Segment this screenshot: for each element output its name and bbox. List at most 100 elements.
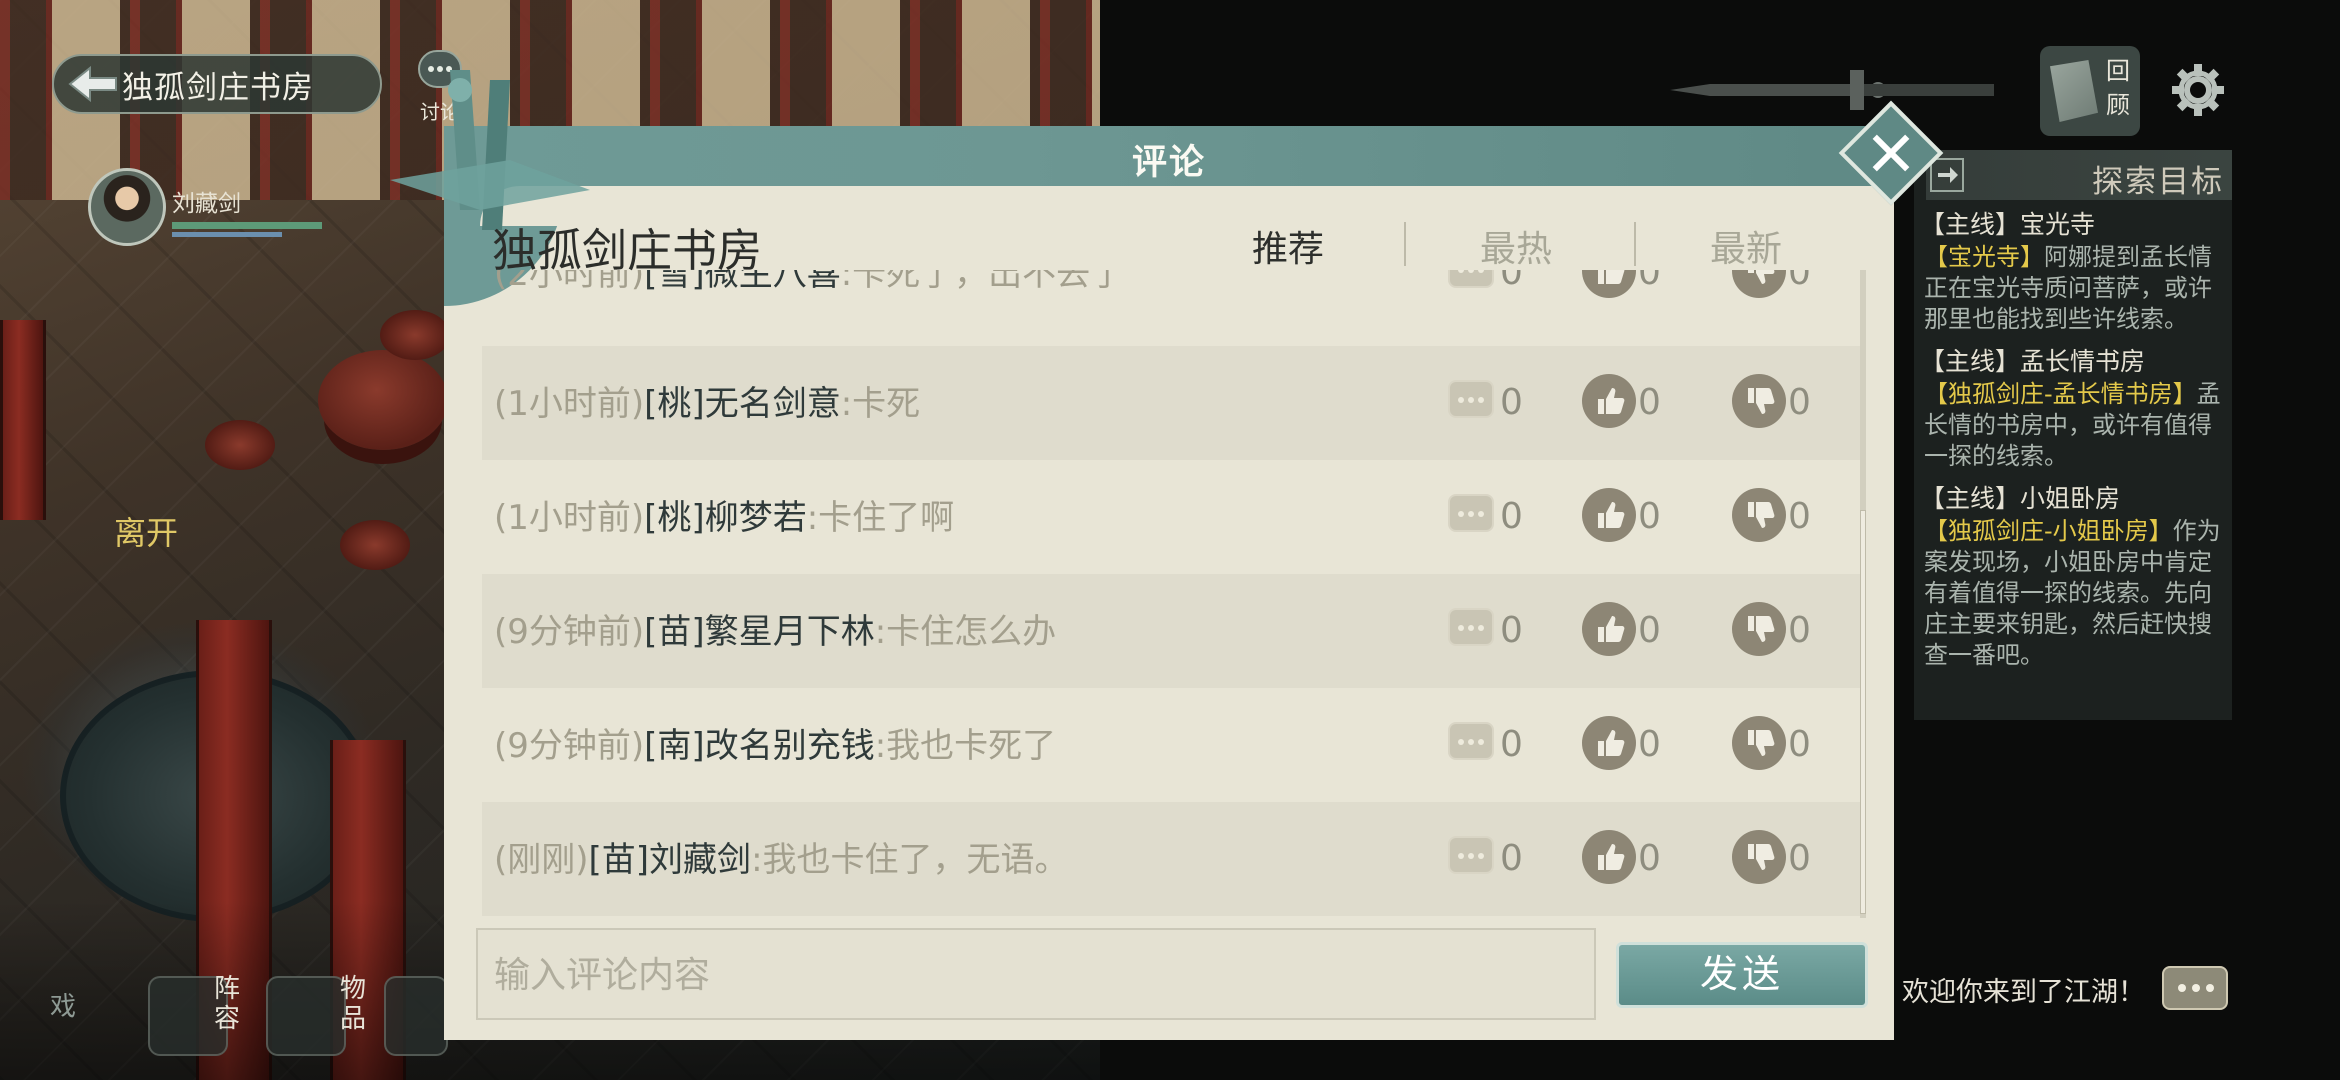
like-count: 0	[1638, 724, 1661, 765]
avatar	[88, 168, 166, 246]
objective-title: 探索目标	[2092, 164, 2224, 200]
comment-text: :我也卡死了	[874, 726, 1057, 766]
comment-time: (9分钟前)	[494, 612, 645, 652]
reply-button[interactable]: 0	[1448, 374, 1538, 428]
comment-time: (1小时前)	[494, 384, 645, 424]
back-location-button[interactable]: 独孤剑庄书房	[52, 54, 382, 114]
scene-stool	[340, 520, 410, 570]
items-icon	[266, 976, 346, 1056]
reply-button[interactable]: 0	[1448, 830, 1538, 884]
comment-text: :卡住了啊	[806, 498, 955, 538]
tab-newest[interactable]: 最新	[1710, 220, 1782, 272]
dock-meditate-button[interactable]	[384, 966, 448, 1062]
reply-count: 0	[1500, 610, 1523, 651]
reply-count: 0	[1500, 382, 1523, 423]
like-count: 0	[1638, 382, 1661, 423]
dislike-button[interactable]: 0	[1732, 716, 1822, 770]
thumbs-up-icon	[1582, 270, 1636, 298]
objective-desc: 【宝光寺】阿娜提到孟长情正在宝光寺质问菩萨，或许那里也能找到些许线索。	[1920, 242, 2226, 335]
reply-button[interactable]: 0	[1448, 270, 1538, 298]
comment-text: :卡死	[840, 384, 921, 424]
comment-author[interactable]: [苗]繁星月下林	[644, 612, 875, 652]
dislike-button[interactable]: 0	[1732, 602, 1822, 656]
reply-count: 0	[1500, 838, 1523, 879]
collapse-arrow-icon[interactable]	[1930, 158, 1964, 192]
comment-text: :我也卡住了，无语。	[751, 840, 1069, 880]
chat-button[interactable]	[2162, 966, 2228, 1010]
reply-button[interactable]: 0	[1448, 488, 1538, 542]
objective-quest[interactable]: 【主线】孟长情书房	[1920, 345, 2226, 379]
comment-list[interactable]: (2小时前)[雪]微生八喜:卡死了，出不去了 0 0 0 (1小时前)[桃]无名…	[482, 270, 1860, 918]
comment-author[interactable]: [桃]柳梦若	[644, 498, 807, 538]
comment-time: (9分钟前)	[494, 726, 645, 766]
dock-lineup-label: 阵容	[214, 974, 241, 1034]
like-button[interactable]: 0	[1582, 270, 1672, 298]
dialog-title: 评论	[1131, 143, 1206, 183]
sword-icon	[1670, 70, 1994, 110]
reply-count: 0	[1500, 496, 1523, 537]
objective-place: 【独孤剑庄-小姐卧房】	[1924, 517, 2173, 545]
thumbs-up-icon	[1582, 602, 1636, 656]
dock-lineup-button[interactable]: 阵容	[148, 966, 258, 1062]
comment-time: (2小时前)	[494, 270, 645, 294]
like-count: 0	[1638, 270, 1661, 293]
comment-author[interactable]: [南]改名别充钱	[644, 726, 875, 766]
like-button[interactable]: 0	[1582, 716, 1672, 770]
send-button[interactable]: 发送	[1616, 942, 1868, 1008]
tab-divider	[1634, 222, 1636, 266]
dock-items-button[interactable]: 物品	[266, 966, 376, 1062]
comment-scrollbar[interactable]	[1860, 270, 1866, 918]
dislike-count: 0	[1788, 610, 1811, 651]
reply-button[interactable]: 0	[1448, 716, 1538, 770]
reply-count: 0	[1500, 270, 1523, 293]
objective-header: 探索目标	[1926, 150, 2232, 200]
thumbs-up-icon	[1582, 830, 1636, 884]
comment-row: (9分钟前)[苗]繁星月下林:卡住怎么办 0 0 0	[482, 574, 1860, 688]
dialog-title-bar: 评论	[444, 126, 1894, 186]
scrollbar-thumb[interactable]	[1860, 510, 1866, 914]
like-button[interactable]: 0	[1582, 374, 1672, 428]
comment-bubble-icon	[1448, 494, 1494, 532]
dislike-button[interactable]: 0	[1732, 488, 1822, 542]
comment-author[interactable]: [苗]刘藏剑	[589, 840, 752, 880]
comment-bubble-icon	[1448, 608, 1494, 646]
tab-recommended[interactable]: 推荐	[1252, 220, 1324, 272]
dislike-button[interactable]: 0	[1732, 374, 1822, 428]
player-card[interactable]: 刘藏剑	[88, 168, 328, 248]
dock-partial-label: 戏	[50, 992, 77, 1022]
dislike-count: 0	[1788, 270, 1811, 293]
back-arrow-icon	[68, 65, 117, 103]
thumbs-down-icon	[1732, 830, 1786, 884]
like-button[interactable]: 0	[1582, 830, 1672, 884]
objective-list[interactable]: 【主线】宝光寺 【宝光寺】阿娜提到孟长情正在宝光寺质问菩萨，或许那里也能找到些许…	[1920, 206, 2226, 716]
reply-button[interactable]: 0	[1448, 602, 1538, 656]
comment-bubble-icon	[1448, 722, 1494, 760]
comment-author[interactable]: [雪]微生八喜	[644, 270, 841, 294]
like-button[interactable]: 0	[1582, 488, 1672, 542]
objective-desc: 【独孤剑庄-小姐卧房】作为案发现场，小姐卧房中肯定有着值得一探的线索。先向庄主要…	[1920, 516, 2226, 671]
thumbs-down-icon	[1732, 374, 1786, 428]
objective-quest[interactable]: 【主线】小姐卧房	[1920, 482, 2226, 516]
comment-input[interactable]	[492, 944, 1576, 1006]
comment-row: (刚刚)[苗]刘藏剑:我也卡住了，无语。 0 0 0	[482, 802, 1860, 916]
dislike-button[interactable]: 0	[1732, 270, 1822, 298]
like-button[interactable]: 0	[1582, 602, 1672, 656]
leave-button[interactable]: 离开	[114, 508, 178, 554]
objective-quest[interactable]: 【主线】宝光寺	[1920, 208, 2226, 242]
tab-hottest[interactable]: 最热	[1480, 220, 1552, 272]
review-label: 回顾	[2106, 57, 2130, 119]
dislike-button[interactable]: 0	[1732, 830, 1822, 884]
comment-text: :卡死了，出不去了	[840, 270, 1125, 294]
objective-place: 【独孤剑庄-孟长情书房】	[1924, 380, 2197, 408]
like-count: 0	[1638, 838, 1661, 879]
review-button[interactable]: 回顾	[2040, 46, 2140, 136]
gear-icon[interactable]	[2168, 60, 2228, 120]
comment-author[interactable]: [桃]无名剑意	[644, 384, 841, 424]
scene-pillar	[0, 320, 46, 520]
thumbs-up-icon	[1582, 488, 1636, 542]
comment-input-box[interactable]	[476, 928, 1596, 1020]
comment-time: (刚刚)	[494, 840, 589, 880]
like-count: 0	[1638, 610, 1661, 651]
scene-stool	[380, 310, 450, 360]
comment-time: (1小时前)	[494, 498, 645, 538]
